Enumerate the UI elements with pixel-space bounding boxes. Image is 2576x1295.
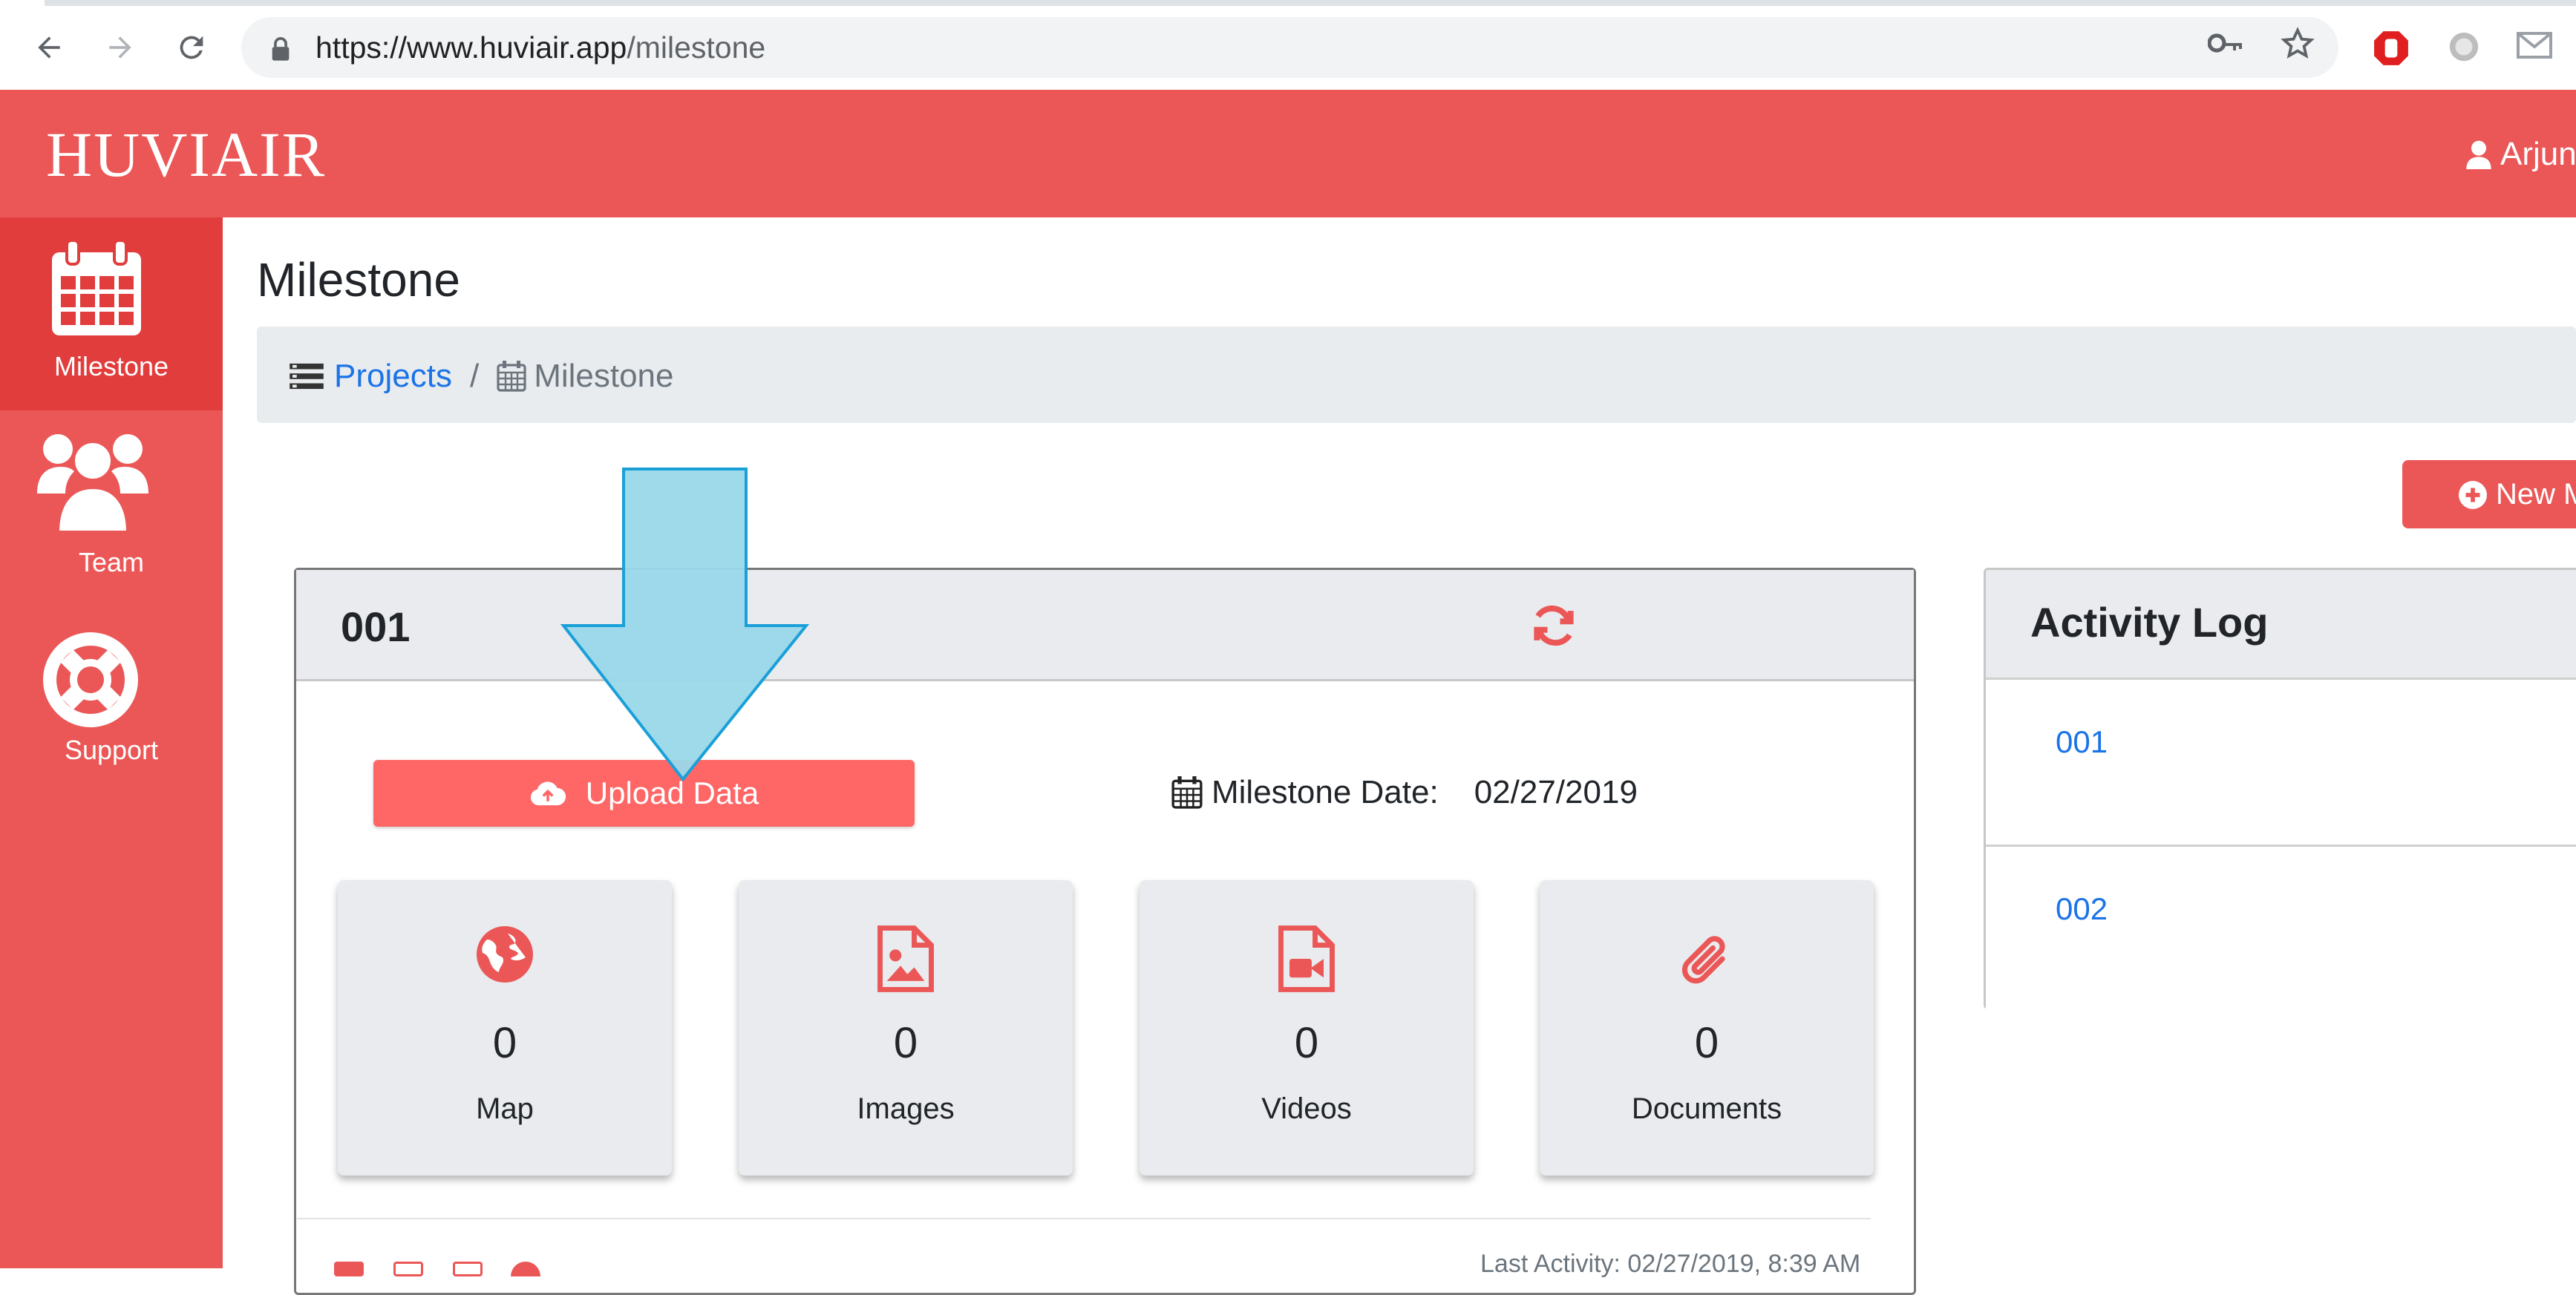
address-bar[interactable]: https://www.huviair.app/milestone [241,17,2338,78]
plus-circle-icon [2459,481,2487,509]
stat-count: 0 [1294,1019,1319,1067]
globe-icon [477,926,533,983]
lock-icon [272,37,290,61]
stat-map[interactable]: 0 Map [338,880,672,1176]
back-icon[interactable] [25,24,73,71]
calendar-icon [1171,776,1203,809]
breadcrumb-separator: / [469,358,480,394]
trash-icon[interactable] [453,1262,483,1276]
edit-icon[interactable] [393,1262,423,1276]
milestone-id: 001 [341,603,411,650]
star-icon[interactable] [2281,27,2315,61]
user-menu[interactable]: Arjun [2466,136,2576,173]
url-text: https://www.huviair.app/milestone [316,30,766,65]
activity-log-panel: Activity Log 001 002 [1984,568,2576,1012]
sidebar-item-milestone[interactable]: Milestone [0,217,223,410]
stat-videos[interactable]: 0 Videos [1140,880,1474,1176]
key-icon[interactable] [2208,28,2243,58]
new-milestone-label: New M [2496,477,2576,511]
forward-icon[interactable] [97,24,144,71]
user-icon [2466,140,2491,169]
stat-label: Images [857,1092,955,1125]
user-name: Arjun [2500,136,2576,172]
stat-count: 0 [893,1019,918,1067]
breadcrumb: Projects / Milestone [257,327,2576,423]
sidebar-item-label: Support [64,735,159,765]
activity-log-link[interactable]: 001 [2056,724,2108,760]
stat-images[interactable]: 0 Images [739,880,1073,1176]
reload-icon[interactable] [168,24,215,71]
milestone-date-label: Milestone Date: [1212,774,1439,810]
extension-circle-icon[interactable] [2447,30,2481,64]
breadcrumb-current: Milestone [534,358,674,394]
page-title: Milestone [257,253,460,306]
refresh-icon[interactable] [1529,600,1579,651]
life-ring-icon [43,632,138,727]
file-video-icon [1278,925,1335,992]
huviair-logo[interactable]: HUVIAIR [46,122,326,186]
stat-count: 0 [492,1019,517,1067]
sidebar-item-label: Milestone [53,351,169,381]
tab-strip [0,0,2576,6]
list-icon [290,363,324,390]
activity-log-link[interactable]: 002 [2056,891,2108,927]
new-milestone-button[interactable]: New M [2402,460,2576,528]
card-action-icon[interactable] [334,1262,364,1276]
sidebar: Milestone Team Support [0,217,223,1268]
file-image-icon [877,925,934,992]
browser-toolbar: https://www.huviair.app/milestone [0,0,2576,91]
paperclip-icon [1681,936,1725,984]
activity-log-item[interactable]: 002 [1986,845,2576,1012]
calendar-icon [497,361,526,392]
milestone-card-header: 001 [296,570,1914,681]
milestone-date-value: 02/27/2019 [1474,774,1638,810]
last-activity: Last Activity: 02/27/2019, 8:39 AM [1480,1250,1861,1278]
users-icon [37,434,148,532]
milestone-date: Milestone Date: 02/27/2019 [1171,774,1638,811]
activity-log-title: Activity Log [2030,599,2269,646]
sidebar-item-label: Team [78,547,145,577]
sidebar-item-team[interactable]: Team [0,425,223,603]
stat-label: Documents [1631,1092,1782,1125]
stat-label: Map [476,1092,534,1125]
card-footer-divider [297,1218,1871,1219]
extension-gmail-icon[interactable] [2515,30,2554,61]
calendar-icon [52,240,141,335]
sidebar-item-support[interactable]: Support [0,622,223,800]
stat-count: 0 [1694,1019,1719,1067]
stat-documents[interactable]: 0 Documents [1540,880,1874,1176]
breadcrumb-projects-link[interactable]: Projects [334,358,452,395]
stat-label: Videos [1261,1092,1352,1125]
app-header [0,90,2576,217]
extension-stop-icon[interactable] [2373,30,2410,67]
activity-log-item[interactable]: 001 [1986,678,2576,845]
annotation-down-arrow [560,468,810,782]
